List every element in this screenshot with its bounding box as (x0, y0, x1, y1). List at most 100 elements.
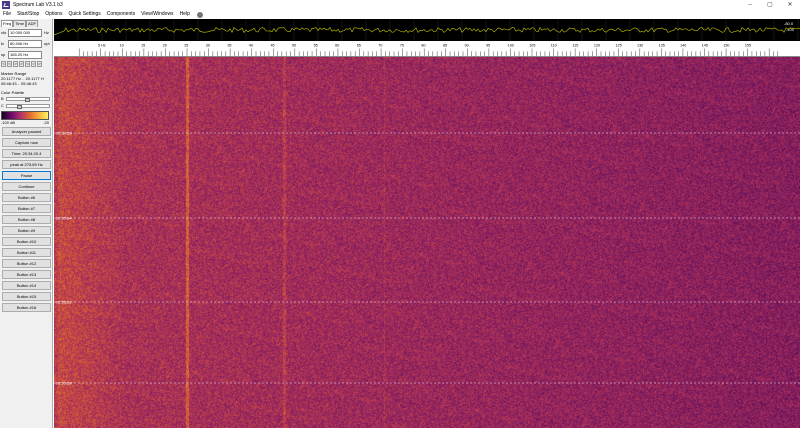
tab-adf[interactable]: ADF (25, 20, 38, 27)
scale-label: 125 (615, 44, 621, 48)
scale-label: 105 (529, 44, 535, 48)
time-marker-label: 02:35:52 (56, 300, 72, 305)
scale-label: 10 (120, 44, 124, 48)
menu-file[interactable]: File (0, 10, 14, 19)
brightness-slider[interactable]: B (1, 96, 52, 102)
scale-label: 85 (443, 44, 447, 48)
scale-label: 120 (594, 44, 600, 48)
brightness-track[interactable] (6, 97, 50, 102)
menu-help[interactable]: Help (177, 10, 193, 19)
scale-label: 55 (314, 44, 318, 48)
spectrum-graph[interactable]: -80.0 -100 (54, 19, 800, 41)
vfo-label: vfo (1, 30, 7, 35)
menu-components[interactable]: Components (104, 10, 138, 19)
button-16[interactable]: Button #16 (2, 303, 51, 312)
peak-display[interactable]: peak at 275.69 Hz (2, 160, 51, 169)
contrast-track[interactable] (6, 104, 50, 109)
scale-label: 90 (465, 44, 469, 48)
menu-options[interactable]: Options (42, 10, 65, 19)
button-6[interactable]: Button #6 (2, 193, 51, 202)
fc-row: fc 80.406 Hz opt (0, 39, 52, 49)
time-marker-label: 02:35:58 (56, 381, 72, 386)
scale-label: 80 (421, 44, 425, 48)
button-12[interactable]: Button #12 (2, 259, 51, 268)
vfo-row: vfo 10 000 000 Hz (0, 28, 52, 38)
scale-label: 50 (292, 44, 296, 48)
contrast-label: C (1, 103, 4, 108)
scale-label: 70 (378, 44, 382, 48)
title-bar: Spectrum Lab V3.1 b3 – ▢ ✕ (0, 0, 800, 10)
frequency-scale[interactable]: 5 Hz 10 15 20 25 30 35 40 45 50 55 60 65 70 75 80 85 90 95… (54, 41, 800, 57)
marker-range-time: 05:46:43 .. 05:46:43 (1, 81, 37, 86)
window-title: Spectrum Lab V3.1 b3 (13, 2, 63, 8)
scroll-arrows: < < > > < > > (1, 61, 52, 67)
menu-bar: File Start/Stop Options Quick Settings C… (0, 10, 800, 19)
waterfall-overlay: 02:34:58 02:35:04 02:35:52 02:35:58 (54, 131, 800, 386)
fc-opt-button[interactable]: opt (44, 41, 50, 46)
brightness-label: B (1, 96, 4, 101)
scale-label: 35 (227, 44, 231, 48)
button-10[interactable]: Button #10 (2, 237, 51, 246)
menu-start-stop[interactable]: Start/Stop (14, 10, 42, 19)
pause-button[interactable]: Pause (2, 171, 51, 180)
scale-label: 40 (249, 44, 253, 48)
settings-gear-icon[interactable] (196, 11, 203, 18)
scale-label: 100 (508, 44, 514, 48)
spectrum-lab-window: Spectrum Lab V3.1 b3 – ▢ ✕ File Start/St… (0, 0, 800, 428)
palette-max: -20 (43, 120, 49, 125)
contrast-slider[interactable]: C (1, 103, 52, 109)
brightness-thumb[interactable] (25, 98, 30, 102)
scale-label: 65 (357, 44, 361, 48)
scale-label: 110 (551, 44, 557, 48)
arrow-right-1[interactable]: > (13, 61, 18, 67)
tab-freq[interactable]: Freq (1, 20, 14, 27)
menu-view-windows[interactable]: View/Windows (138, 10, 176, 19)
arrow-left-3[interactable]: < (25, 61, 30, 67)
scale-label: 75 (400, 44, 404, 48)
button-9[interactable]: Button #9 (2, 226, 51, 235)
menu-quick-settings[interactable]: Quick Settings (66, 10, 104, 19)
time-display[interactable]: Time: 20:34:20.4 (2, 149, 51, 158)
button-8[interactable]: Button #8 (2, 215, 51, 224)
button-15[interactable]: Button #15 (2, 292, 51, 301)
color-palette-bar[interactable] (1, 111, 49, 120)
scale-label: 130 (637, 44, 643, 48)
contrast-thumb[interactable] (17, 105, 22, 109)
arrow-left-2[interactable]: < (7, 61, 12, 67)
button-7[interactable]: Button #7 (2, 204, 51, 213)
capture-now-button[interactable]: Capture now (2, 138, 51, 147)
fc-label: fc (1, 41, 5, 46)
minimize-button[interactable]: – (740, 0, 760, 10)
fc-field[interactable]: 80.406 Hz (8, 40, 42, 48)
arrow-right-2[interactable]: > (19, 61, 24, 67)
button-11[interactable]: Button #11 (2, 248, 51, 257)
scale-label: 45 (270, 44, 274, 48)
maximize-button[interactable]: ▢ (760, 0, 780, 10)
control-panel: Freq Time ADF vfo 10 000 000 Hz fc 80.40… (0, 19, 53, 428)
palette-min: -100 dB (1, 120, 16, 125)
scale-label: 115 (572, 44, 578, 48)
vfo-field[interactable]: 10 000 000 (8, 29, 42, 37)
button-13[interactable]: Button #13 (2, 270, 51, 279)
scale-label: 140 (680, 44, 686, 48)
scale-label: 15 (141, 44, 145, 48)
time-marker-label: 02:35:04 (56, 216, 72, 221)
scale-label: 60 (335, 44, 339, 48)
spectrum-db-label-bottom: -100 (786, 27, 795, 32)
waterfall-display[interactable]: 02:34:58 02:35:04 02:35:52 02:35:58 (54, 57, 800, 428)
vfo-unit: Hz (44, 30, 49, 35)
scale-label: 20 (163, 44, 167, 48)
scale-label: 135 (659, 44, 665, 48)
app-icon (2, 1, 10, 9)
tab-time[interactable]: Time (13, 20, 26, 27)
continue-button[interactable]: Continue (2, 182, 51, 191)
arrow-right-3[interactable]: > (31, 61, 36, 67)
close-button[interactable]: ✕ (780, 0, 800, 10)
arrow-right-4[interactable]: > (37, 61, 42, 67)
analyzer-status-button[interactable]: Analyzer paused (2, 127, 51, 136)
button-14[interactable]: Button #14 (2, 281, 51, 290)
span-field[interactable]: 165.20 Hz (8, 51, 42, 59)
span-label: sp (1, 52, 6, 57)
scale-label: 95 (486, 44, 490, 48)
arrow-left-1[interactable]: < (1, 61, 6, 67)
